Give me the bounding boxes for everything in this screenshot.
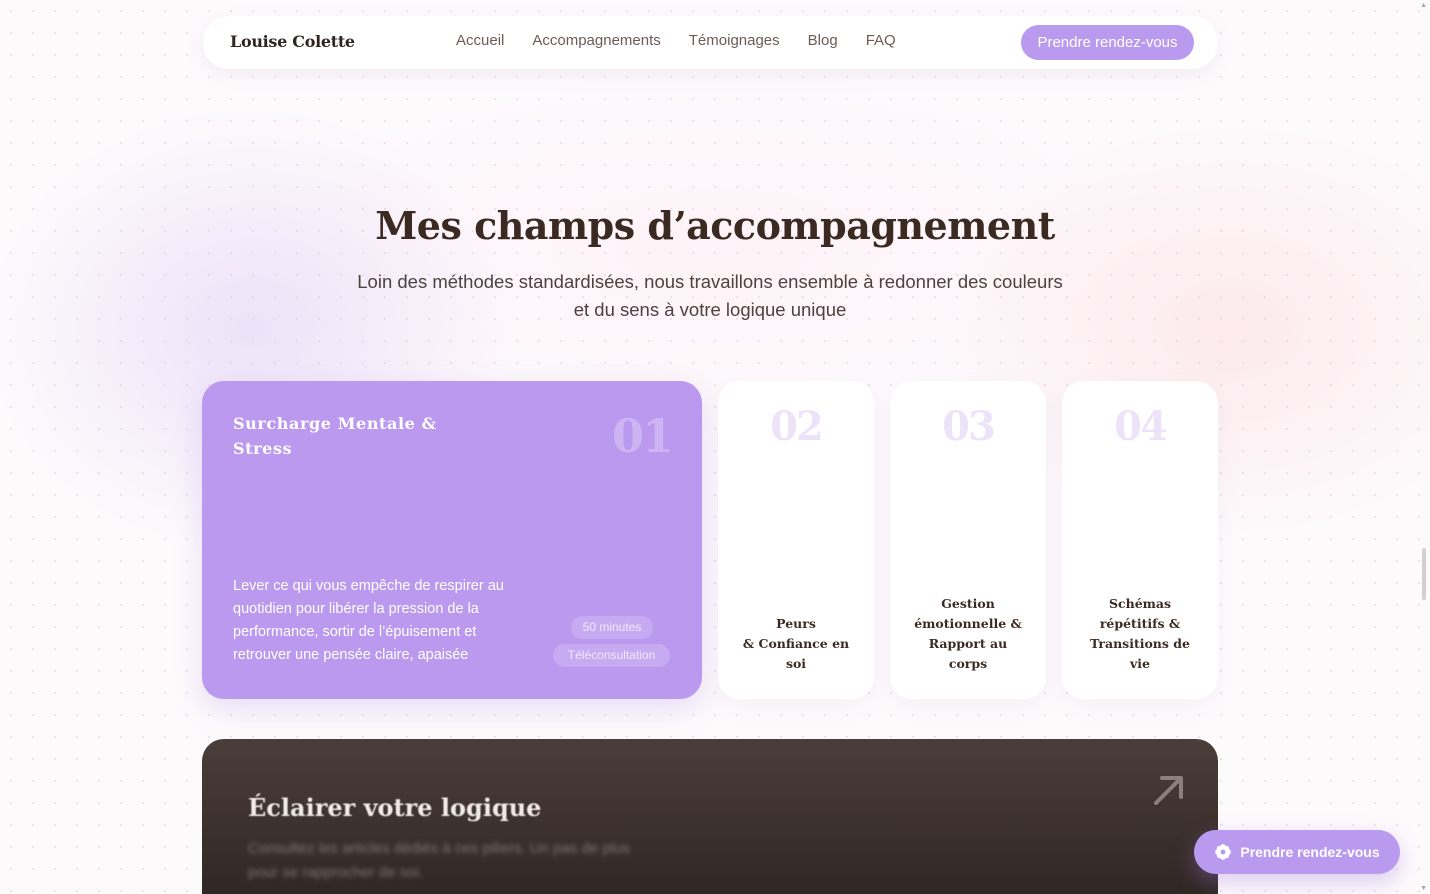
- service-card-number: 02: [770, 403, 824, 450]
- scroll-down-icon[interactable]: ▼: [1420, 885, 1427, 892]
- label-line: répétitifs &: [1099, 616, 1181, 631]
- page-scrollbar[interactable]: ▲ ▼: [1418, 0, 1430, 894]
- flower-icon: [1215, 844, 1232, 860]
- blog-teaser-text-line: pour se rapprocher de soi.: [248, 864, 424, 881]
- label-line: corps: [948, 656, 988, 671]
- service-card-number: 01: [611, 409, 674, 463]
- service-card-label: Schémas répétitifs & Transitions de vie: [1074, 594, 1206, 674]
- label-line: Transitions de: [1090, 636, 1190, 651]
- label-line: vie: [1130, 656, 1150, 671]
- floating-cta-label: Prendre rendez-vous: [1240, 844, 1380, 860]
- duration-tag: 50 minutes: [571, 616, 653, 639]
- top-navbar: Louise Colette Accueil Accompagnements T…: [203, 16, 1218, 69]
- nav-link-accompagnements[interactable]: Accompagnements: [532, 32, 660, 49]
- arrow-up-right-icon[interactable]: [1148, 769, 1188, 809]
- service-card-description: Lever ce qui vous empêche de respirer au…: [233, 578, 504, 663]
- nav-link-faq[interactable]: FAQ: [866, 32, 896, 49]
- service-card-02[interactable]: 02 Peurs & Confiance en soi: [718, 381, 874, 699]
- service-card-04[interactable]: 04 Schémas répétitifs & Transitions de v…: [1062, 381, 1218, 699]
- blog-teaser-card[interactable]: Éclairer votre logique Consultez les art…: [202, 739, 1218, 894]
- service-card-label: Gestion émotionnelle & Rapport au corps: [902, 594, 1034, 674]
- nav-link-blog[interactable]: Blog: [808, 32, 838, 49]
- label-line: Gestion: [941, 596, 995, 611]
- nav-book-appointment-button[interactable]: Prendre rendez-vous: [1021, 25, 1194, 60]
- blog-teaser-title: Éclairer votre logique: [248, 793, 542, 822]
- service-card-01-expanded[interactable]: Surcharge Mentale & Stress 01 Lever ce q…: [202, 381, 702, 699]
- label-line: Rapport au: [928, 636, 1008, 651]
- scroll-up-icon[interactable]: ▲: [1420, 2, 1427, 9]
- nav-link-temoignages[interactable]: Témoignages: [689, 32, 780, 49]
- section-subtitle-line-1: Loin des méthodes standardisées, nous tr…: [357, 271, 1063, 292]
- label-line: Schémas: [1108, 596, 1172, 611]
- scrollbar-thumb[interactable]: [1422, 548, 1426, 600]
- service-card-03[interactable]: 03 Gestion émotionnelle & Rapport au cor…: [890, 381, 1046, 699]
- nav-links: Accueil Accompagnements Témoignages Blog…: [456, 32, 896, 49]
- nav-link-accueil[interactable]: Accueil: [456, 32, 504, 49]
- section-title: Mes champs d’accompagnement: [375, 203, 1055, 248]
- floating-book-appointment-button[interactable]: Prendre rendez-vous: [1194, 830, 1400, 874]
- label-line: émotionnelle &: [914, 616, 1022, 631]
- section-subtitle-line-2: et du sens à votre logique unique: [573, 299, 847, 320]
- blog-teaser-text: Consultez les articles dédiés à ces pili…: [248, 837, 708, 885]
- service-card-number: 04: [1114, 403, 1168, 450]
- service-card-number: 03: [942, 403, 996, 450]
- label-line: Peurs: [776, 616, 816, 631]
- brand-logo[interactable]: Louise Colette: [230, 32, 355, 51]
- format-tag: Téléconsultation: [553, 644, 670, 667]
- section-subtitle: Loin des méthodes standardisées, nous tr…: [330, 268, 1090, 324]
- label-line: & Confiance en: [742, 636, 850, 651]
- label-line: soi: [785, 656, 807, 671]
- service-card-title: Surcharge Mentale & Stress: [233, 414, 437, 458]
- blog-teaser-text-line: Consultez les articles dédiés à ces pili…: [248, 840, 630, 857]
- service-card-label: Peurs & Confiance en soi: [730, 614, 862, 674]
